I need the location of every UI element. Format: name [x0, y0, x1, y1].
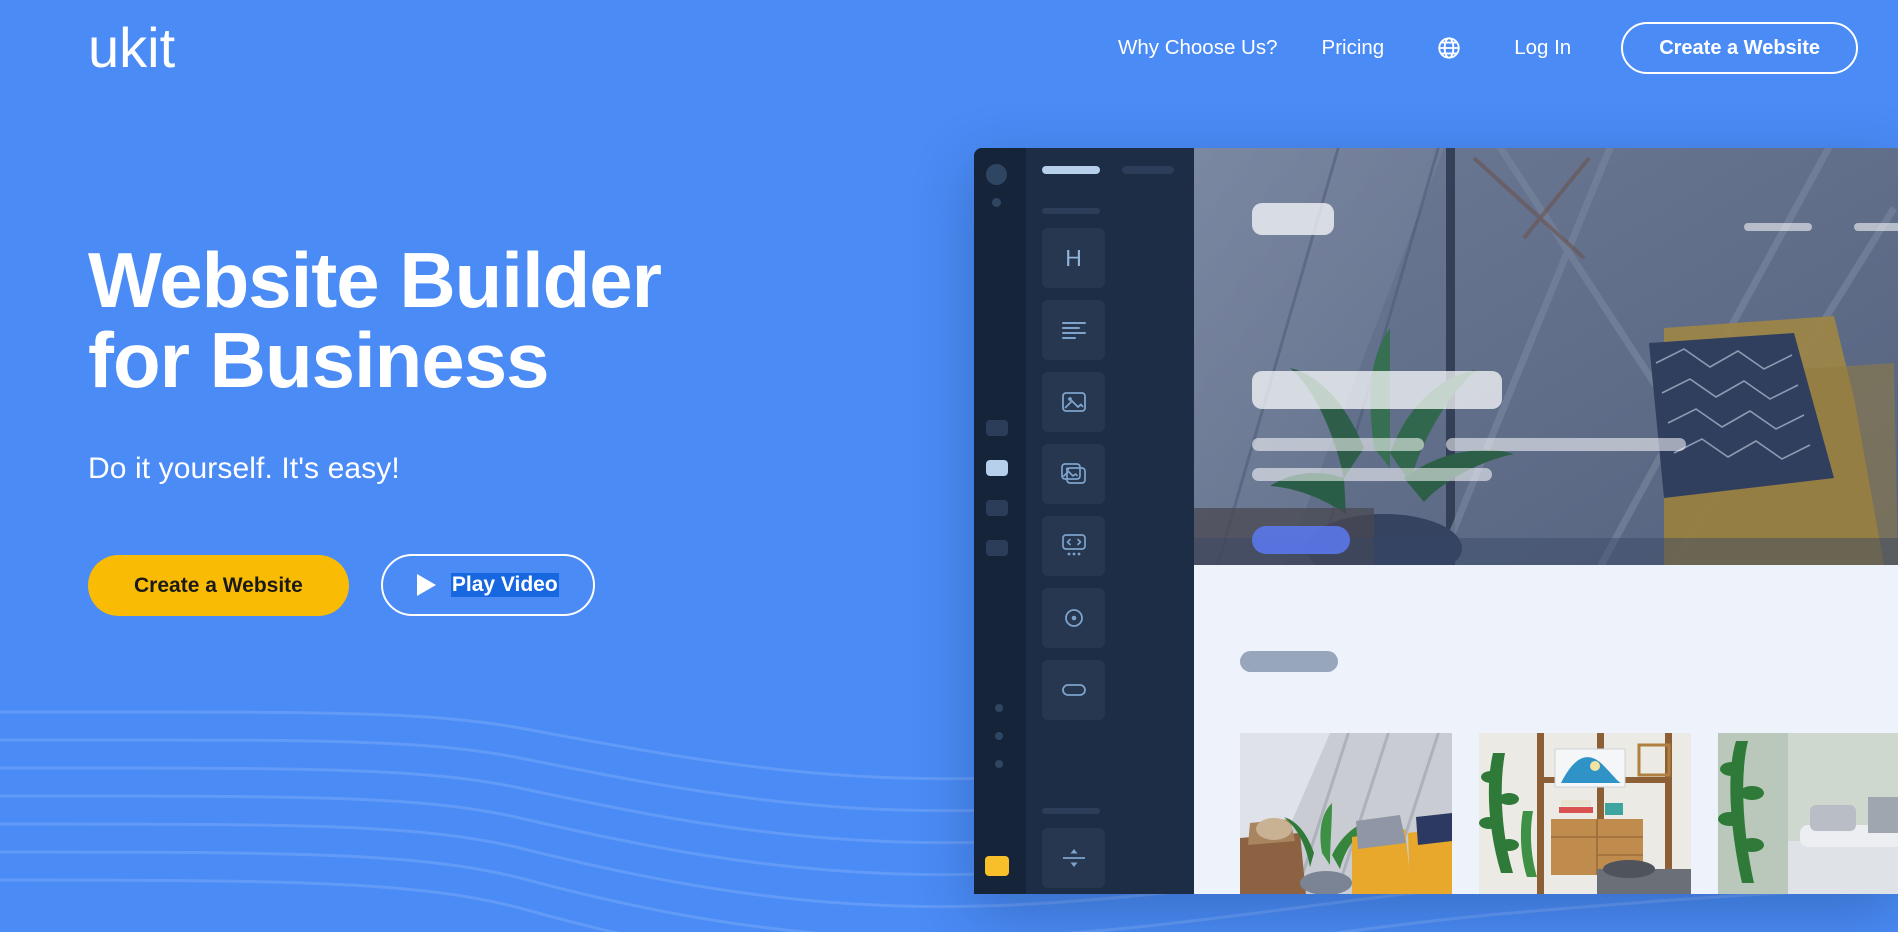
tab-settings[interactable] [1122, 166, 1174, 174]
tile-gallery[interactable] [1042, 444, 1105, 504]
preview-title-bar [1252, 371, 1502, 409]
editor-left-rail [974, 148, 1026, 894]
widget-group-label-content [1042, 208, 1100, 214]
hero-actions: Create a Website Play Video [88, 554, 848, 617]
nav-links-group: Why Choose Us? Pricing Log In Create a W… [1118, 22, 1858, 74]
tile-image[interactable] [1042, 372, 1105, 432]
rail-tool-4[interactable] [986, 540, 1008, 556]
brand-logo[interactable]: ukit [88, 20, 175, 76]
tile-spacer[interactable] [1042, 828, 1105, 888]
text-lines-icon [1061, 322, 1086, 339]
hero-section: Website Builder for Business Do it yours… [88, 236, 848, 617]
status-dot-icon [992, 198, 1001, 207]
rail-dot-3[interactable] [995, 760, 1003, 768]
preview-text-bar-2 [1446, 438, 1686, 451]
rail-tool-active[interactable] [986, 460, 1008, 476]
top-navigation-bar: ukit Why Choose Us? Pricing Log In Creat… [0, 0, 1898, 96]
tile-text[interactable] [1042, 300, 1105, 360]
preview-cta-button [1252, 526, 1350, 554]
preview-thumbnail-3 [1718, 733, 1898, 894]
rail-tool-1[interactable] [986, 420, 1008, 436]
preview-hero-block [1194, 148, 1898, 565]
rail-dot-2[interactable] [995, 732, 1003, 740]
tab-widgets[interactable] [1042, 166, 1100, 174]
login-link[interactable]: Log In [1514, 36, 1571, 60]
widget-panel-tabs [1042, 166, 1178, 174]
publish-button[interactable] [985, 856, 1009, 876]
tile-heading[interactable]: H [1042, 228, 1105, 288]
avatar[interactable] [986, 164, 1007, 185]
globe-icon[interactable] [1436, 35, 1462, 61]
rail-dot-1[interactable] [995, 704, 1003, 712]
editor-widget-panel: H [1026, 148, 1194, 894]
preview-text-bar-3 [1252, 468, 1492, 481]
preview-lower-section [1194, 565, 1898, 894]
preview-nav-bar-2 [1854, 223, 1898, 231]
play-video-label: Play Video [450, 573, 559, 598]
preview-logo-pill [1252, 203, 1334, 235]
tile-point[interactable] [1042, 588, 1105, 648]
nav-pricing[interactable]: Pricing [1322, 36, 1385, 60]
widget-tiles-content: H [1042, 228, 1178, 792]
header-create-website-button[interactable]: Create a Website [1621, 22, 1858, 74]
editor-canvas-preview[interactable] [1194, 148, 1898, 894]
preview-section-heading-bar [1240, 651, 1338, 672]
tile-button[interactable] [1042, 660, 1105, 720]
play-triangle-icon [416, 574, 436, 597]
editor-mockup: H [974, 148, 1898, 894]
gallery-icon [1060, 463, 1086, 484]
preview-nav-bar-1 [1744, 223, 1812, 231]
preview-thumbnail-row [1240, 733, 1898, 894]
hero-subtitle: Do it yourself. It's easy! [88, 452, 400, 485]
landing-page: ukit Why Choose Us? Pricing Log In Creat… [0, 0, 1898, 932]
circle-point-icon [1064, 609, 1083, 627]
rail-tool-3[interactable] [986, 500, 1008, 516]
image-icon [1061, 392, 1086, 412]
widget-group-label-layout [1042, 808, 1100, 814]
page-title: Website Builder for Business [88, 236, 662, 404]
nav-why-choose-us[interactable]: Why Choose Us? [1118, 36, 1278, 60]
hero-create-website-button[interactable]: Create a Website [88, 554, 349, 616]
tile-slider[interactable] [1042, 516, 1105, 576]
spacer-arrows-icon [1062, 849, 1085, 867]
button-pill-icon [1061, 684, 1086, 696]
heading-h-icon: H [1065, 244, 1082, 271]
slider-icon [1061, 534, 1086, 556]
tile-placeholder [1042, 732, 1105, 792]
play-video-button[interactable]: Play Video [380, 554, 595, 617]
preview-thumbnail-2 [1479, 733, 1691, 894]
widget-tiles-layout [1042, 828, 1178, 894]
preview-thumbnail-1 [1240, 733, 1452, 894]
preview-text-bar-1 [1252, 438, 1424, 451]
